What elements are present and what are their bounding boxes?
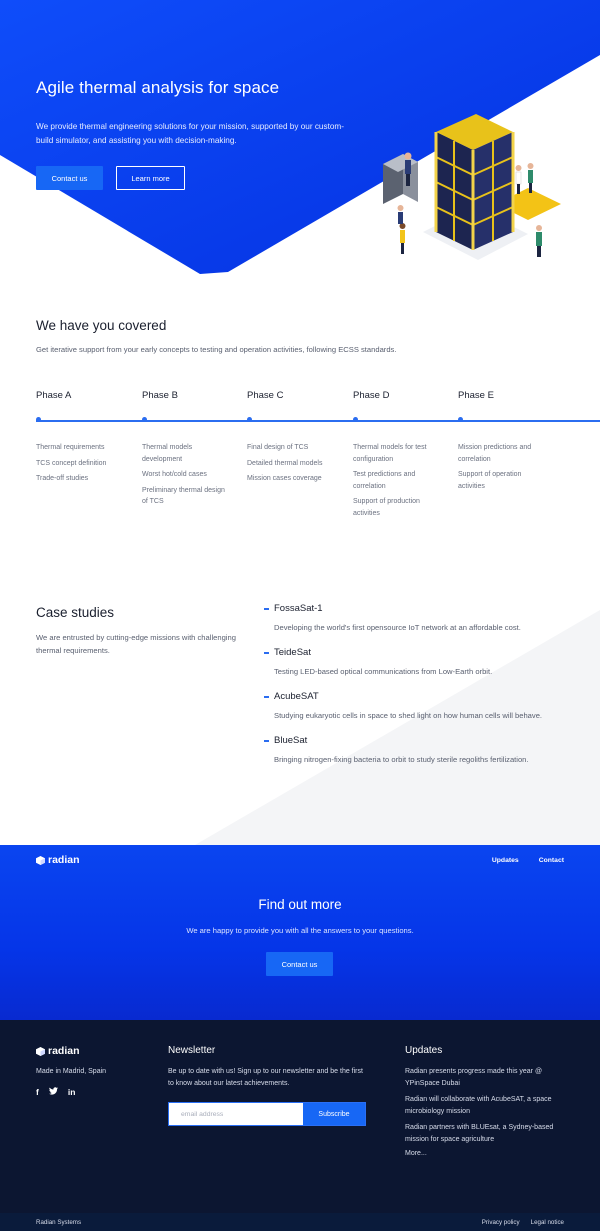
company-name: Radian Systems [36,1218,82,1226]
logo-text: radian [48,1045,80,1057]
hero-section: Agile thermal analysis for space We prov… [0,0,600,300]
phase-item: Worst hot/cold cases [142,471,207,478]
timeline-dot [36,417,41,422]
case-desc: Bringing nitrogen-fixing bacteria to orb… [274,755,529,764]
subscribe-form: email address Subscribe [168,1102,366,1126]
phase-title: Phase C [247,390,284,401]
newsletter-text: Be up to date with us! Sign up to our ne… [168,1068,363,1087]
updates-title: Updates [405,1045,443,1056]
contact-us-button[interactable]: Contact us [36,166,103,190]
phase-item: Support of operation activities [458,471,522,490]
coverage-subtitle: Get iterative support from your early co… [36,345,397,354]
case-item[interactable]: TeideSat Testing LED-based optical commu… [264,647,564,678]
cta-description: We are happy to provide you with all the… [186,926,414,935]
radian-logo-icon [36,1046,45,1056]
case-list: FossaSat-1 Developing the world's first … [264,603,564,779]
phase-title: Phase B [142,390,178,401]
timeline-dot [353,417,358,422]
radian-logo-icon [36,855,45,865]
update-link[interactable]: Radian partners with BLUEsat, a Sydney-b… [405,1122,565,1145]
phase-title: Phase E [458,390,494,401]
top-nav: radian Updates Contact [36,854,564,866]
case-desc: Studying eukaryotic cells in space to sh… [274,711,543,720]
email-input[interactable]: email address [169,1103,303,1125]
case-desc: Testing LED-based optical communications… [274,667,493,676]
timeline-dot [142,417,147,422]
subscribe-button[interactable]: Subscribe [303,1103,365,1125]
phase-items: Mission predictions and correlation Supp… [458,442,543,496]
phase-title: Phase A [36,390,72,401]
phase-item: Thermal models development [142,444,193,463]
timeline-line [36,420,600,422]
footer: radian Made in Madrid, Spain f in Newsle… [0,1020,600,1213]
update-link[interactable]: Radian presents progress made this year … [405,1066,565,1089]
nav-updates-link[interactable]: Updates [492,857,519,864]
dash-icon [264,652,269,654]
logo-text: radian [48,854,80,866]
location-text: Made in Madrid, Spain [36,1068,107,1075]
privacy-policy-link[interactable]: Privacy policy [482,1219,520,1226]
phase-items: Thermal models development Worst hot/col… [142,442,227,512]
learn-more-button[interactable]: Learn more [116,166,185,190]
case-name: AcubeSAT [274,691,319,702]
phase-item: TCS concept definition [36,459,107,467]
more-link[interactable]: More... [405,1150,565,1157]
phase-item: Final design of TCS [247,444,309,451]
cases-description: We are entrusted by cutting-edge mission… [36,633,236,655]
satellite-illustration [383,114,561,260]
cases-title: Case studies [36,605,115,620]
phase-items: Final design of TCS Detailed thermal mod… [247,442,332,489]
twitter-icon[interactable] [48,1087,58,1097]
case-item[interactable]: FossaSat-1 Developing the world's first … [264,603,564,634]
timeline-dot [458,417,463,422]
phase-title: Phase D [353,390,390,401]
hero-title: Agile thermal analysis for space [36,78,280,97]
cta-title: Find out more [258,897,342,912]
phases-timeline: Phase A Thermal requirements TCS concept… [36,390,600,550]
phase-item: Detailed thermal models [247,459,323,467]
dash-icon [264,608,269,610]
case-studies-section: Case studies We are entrusted by cutting… [0,585,600,845]
phase-items: Thermal requirements TCS concept definit… [36,442,121,489]
case-desc: Developing the world's first opensource … [274,623,521,632]
phase-items: Thermal models for test configuration Te… [353,442,438,523]
phase-item: Preliminary thermal design of TCS [142,486,225,506]
case-item[interactable]: BlueSat Bringing nitrogen-fixing bacteri… [264,735,564,766]
dash-icon [264,740,269,742]
hero-description: We provide thermal engineering solutions… [36,122,344,145]
phase-item: Mission predictions and correlation [458,444,532,463]
update-link[interactable]: Radian will collaborate with AcubeSAT, a… [405,1094,565,1117]
newsletter-title: Newsletter [168,1045,216,1056]
legal-notice-link[interactable]: Legal notice [531,1219,564,1226]
facebook-icon[interactable]: f [36,1087,39,1097]
linkedin-icon[interactable]: in [68,1087,76,1097]
coverage-title: We have you covered [36,318,167,333]
social-links: f in [36,1087,106,1097]
cta-contact-button[interactable]: Contact us [266,952,333,976]
phase-item: Support of production activities [353,498,420,517]
coverage-section: We have you covered Get iterative suppor… [0,300,600,585]
phase-item: Trade-off studies [36,475,89,482]
case-name: FossaSat-1 [274,603,323,614]
radian-logo[interactable]: radian [36,854,80,866]
case-name: TeideSat [274,647,311,658]
timeline-dot [247,417,252,422]
case-item[interactable]: AcubeSAT Studying eukaryotic cells in sp… [264,691,564,722]
phase-item: Thermal models for test configuration [353,444,427,463]
phase-item: Test predictions and correlation [353,471,416,490]
cta-section: radian Updates Contact Find out more We … [0,845,600,1020]
footer-logo[interactable]: radian [36,1045,106,1057]
case-name: BlueSat [274,735,308,746]
bottom-bar: Radian Systems Privacy policy Legal noti… [0,1213,600,1231]
dash-icon [264,696,269,698]
phase-item: Thermal requirements [36,444,105,451]
nav-contact-link[interactable]: Contact [539,857,564,864]
phase-item: Mission cases coverage [247,475,322,482]
